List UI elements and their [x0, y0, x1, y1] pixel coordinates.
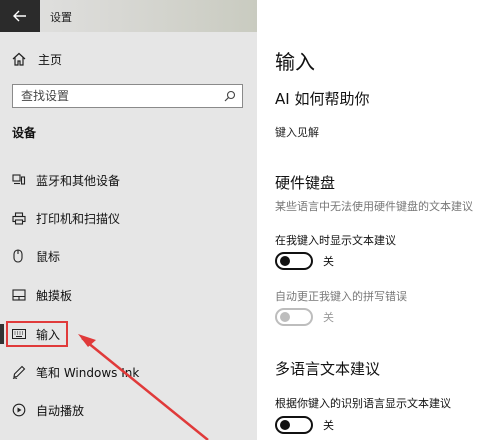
- sidebar-item-label: 鼠标: [36, 249, 61, 264]
- printer-icon: [0, 211, 36, 225]
- show-suggestions-label: 在我键入时显示文本建议: [275, 234, 396, 247]
- toggle-state: 关: [323, 255, 334, 268]
- autocorrect-toggle[interactable]: [275, 308, 313, 326]
- autocorrect-row: 关: [275, 308, 334, 326]
- show-suggestions-toggle[interactable]: [275, 252, 313, 270]
- nav-home[interactable]: 主页: [12, 50, 62, 68]
- hardware-keyboard-description: 某些语言中无法使用硬件键盘的文本建议: [275, 200, 473, 213]
- sidebar-item-printers[interactable]: 打印机和扫描仪: [0, 203, 257, 233]
- multilingual-row: 关: [275, 416, 334, 434]
- sidebar-item-label: 打印机和扫描仪: [36, 211, 121, 226]
- back-arrow-icon: [13, 10, 26, 22]
- show-suggestions-row: 关: [275, 252, 334, 270]
- sidebar-item-touchpad[interactable]: 触摸板: [0, 280, 257, 310]
- autoplay-icon: [0, 403, 36, 417]
- multilingual-toggle[interactable]: [275, 416, 313, 434]
- settings-sidebar: 设置 主页 设备 蓝牙和其他设备: [0, 0, 257, 440]
- touchpad-icon: [0, 289, 36, 301]
- back-button[interactable]: [0, 0, 40, 32]
- ai-section-heading: AI 如何帮助你: [275, 90, 370, 108]
- toggle-state: 关: [323, 311, 334, 324]
- multilingual-label: 根据你键入的识别语言显示文本建议: [275, 397, 451, 410]
- sidebar-item-label: 笔和 Windows Ink: [36, 365, 140, 380]
- hardware-keyboard-heading: 硬件键盘: [275, 174, 336, 192]
- sidebar-item-typing[interactable]: 输入: [0, 319, 257, 349]
- sidebar-item-label: 自动播放: [36, 403, 85, 418]
- sidebar-item-autoplay[interactable]: 自动播放: [0, 395, 257, 425]
- pen-icon: [0, 365, 36, 379]
- multilingual-heading: 多语言文本建议: [275, 360, 381, 378]
- mouse-icon: [0, 249, 36, 263]
- keyboard-icon: [0, 329, 36, 339]
- search-box: [12, 84, 243, 108]
- home-icon: [12, 52, 26, 66]
- page-title: 输入: [275, 50, 315, 74]
- sidebar-item-pen[interactable]: 笔和 Windows Ink: [0, 357, 257, 387]
- sidebar-item-mouse[interactable]: 鼠标: [0, 241, 257, 271]
- sidebar-item-label: 触摸板: [36, 288, 73, 303]
- search-input[interactable]: [13, 85, 218, 107]
- autocorrect-label: 自动更正我键入的拼写错误: [275, 290, 407, 303]
- section-heading-devices: 设备: [12, 126, 37, 140]
- nav-home-label: 主页: [38, 52, 63, 67]
- search-icon[interactable]: [218, 90, 242, 102]
- typing-settings-panel: 输入 AI 如何帮助你 键入见解 硬件键盘 某些语言中无法使用硬件键盘的文本建议…: [257, 0, 500, 440]
- typing-insights-link[interactable]: 键入见解: [275, 124, 319, 140]
- sidebar-item-bluetooth[interactable]: 蓝牙和其他设备: [0, 165, 257, 195]
- sidebar-item-label: 输入: [36, 327, 61, 342]
- bluetooth-devices-icon: [0, 174, 36, 186]
- window-title: 设置: [50, 11, 72, 24]
- toggle-state: 关: [323, 419, 334, 432]
- sidebar-item-label: 蓝牙和其他设备: [36, 173, 121, 188]
- title-bar: 设置: [0, 0, 257, 32]
